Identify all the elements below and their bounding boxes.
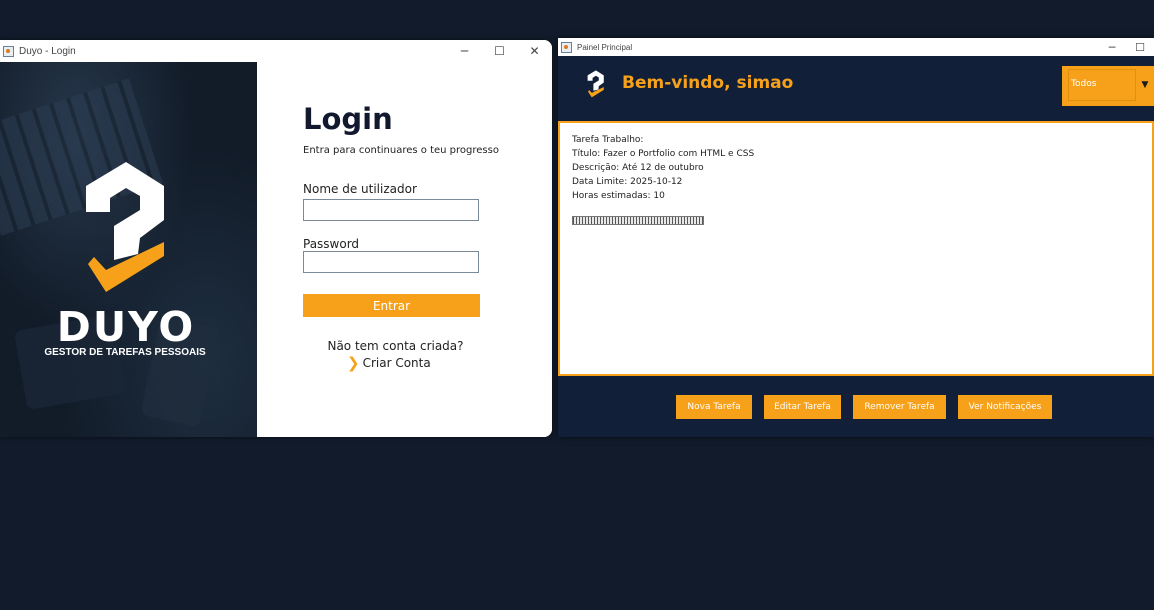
java-app-icon (561, 41, 572, 53)
task-separator (572, 216, 704, 225)
page-subtitle: Entra para continuares o teu progresso (303, 145, 499, 156)
login-button[interactable]: Entrar (303, 294, 480, 317)
maximize-icon[interactable]: ☐ (1126, 38, 1154, 56)
brand-tagline: GESTOR DE TAREFAS PESSOAIS (44, 347, 206, 358)
login-window-controls: ─ ☐ ✕ (447, 40, 552, 62)
remove-task-button[interactable]: Remover Tarefa (853, 395, 946, 419)
task-type: Tarefa Trabalho: (572, 135, 644, 145)
chevron-right-icon: ❯ (347, 354, 360, 372)
brand-name: DUYO (56, 303, 196, 351)
java-app-icon (3, 45, 14, 57)
edit-task-button[interactable]: Editar Tarefa (764, 395, 841, 419)
maximize-icon[interactable]: ☐ (482, 40, 517, 62)
duyo-logo-icon (86, 162, 164, 292)
password-label: Password (303, 237, 360, 251)
username-label: Nome de utilizador (303, 182, 417, 196)
password-input[interactable] (303, 251, 479, 273)
create-account-link[interactable]: ❯ Criar Conta (347, 354, 431, 372)
duyo-logo-icon (587, 70, 604, 98)
no-account-text: Não tem conta criada? (327, 339, 464, 353)
welcome-title: Bem-vindo, simao (622, 73, 794, 93)
close-icon[interactable]: ✕ (517, 40, 552, 62)
panel-window-title: Painel Principal (577, 42, 633, 52)
action-bar: Nova Tarefa Editar Tarefa Remover Tarefa… (558, 376, 1154, 437)
filter-select[interactable]: Todos ▼ (1062, 66, 1154, 106)
create-account-label: Criar Conta (362, 356, 431, 370)
filter-selected-value: Todos (1068, 69, 1136, 101)
panel-titlebar[interactable]: Painel Principal ─ ☐ (558, 38, 1154, 56)
chevron-down-icon[interactable]: ▼ (1138, 69, 1152, 101)
brand-panel: DUYO GESTOR DE TAREFAS PESSOAIS (0, 62, 257, 437)
main-panel-window: Painel Principal ─ ☐ Bem-vindo, simao To… (558, 38, 1154, 437)
new-task-button[interactable]: Nova Tarefa (676, 395, 752, 419)
login-window: Duyo - Login ─ ☐ ✕ DUYO GESTOR DE TAREFA… (0, 40, 552, 437)
username-input[interactable] (303, 199, 479, 221)
panel-header: Bem-vindo, simao Todos ▼ (558, 56, 1154, 120)
task-deadline: Data Limite: 2025-10-12 (572, 177, 683, 187)
task-title: Título: Fazer o Portfolio com HTML e CSS (572, 149, 755, 159)
task-hours: Horas estimadas: 10 (572, 191, 665, 201)
task-list-area[interactable]: Tarefa Trabalho: Título: Fazer o Portfol… (558, 121, 1154, 376)
minimize-icon[interactable]: ─ (1098, 38, 1126, 56)
notifications-button[interactable]: Ver Notificações (958, 395, 1052, 419)
login-form: Login Entra para continuares o teu progr… (257, 62, 552, 437)
login-window-title: Duyo - Login (19, 45, 76, 57)
page-title: Login (303, 102, 393, 136)
panel-window-controls: ─ ☐ (1098, 38, 1154, 56)
minimize-icon[interactable]: ─ (447, 40, 482, 62)
login-titlebar[interactable]: Duyo - Login ─ ☐ ✕ (0, 40, 552, 62)
task-description: Descrição: Até 12 de outubro (572, 163, 704, 173)
